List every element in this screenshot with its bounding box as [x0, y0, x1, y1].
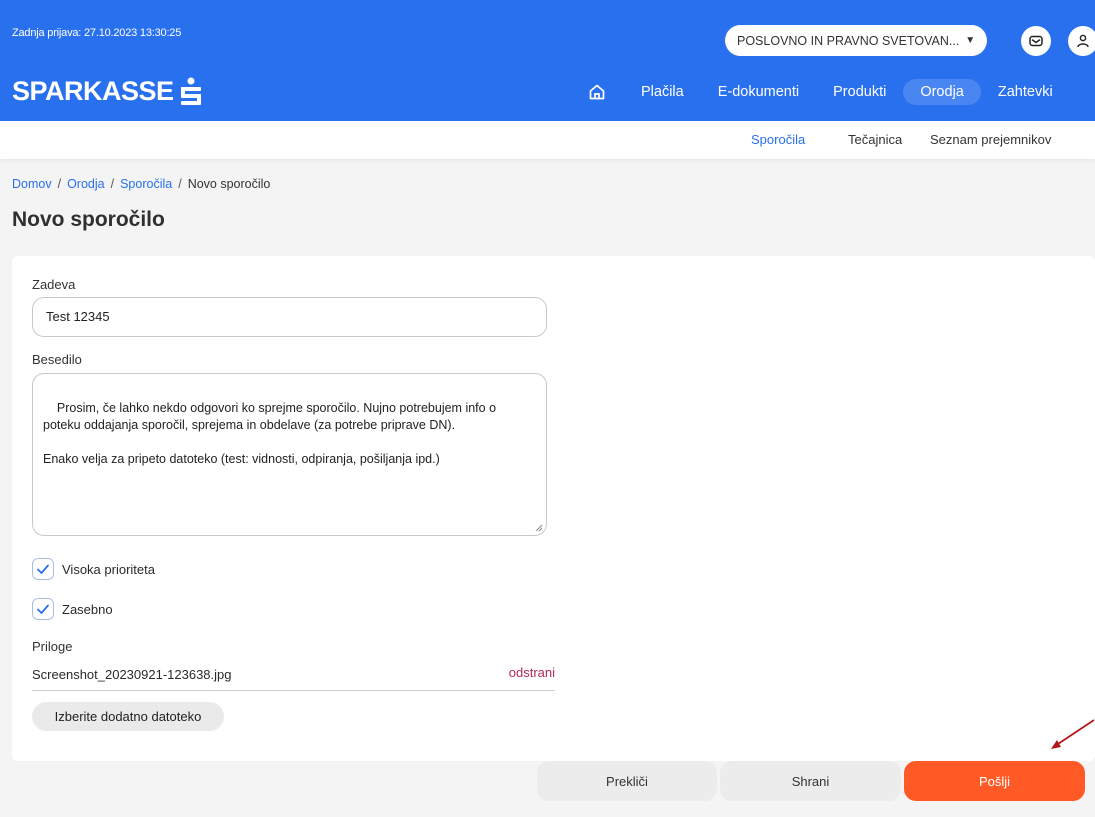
last-login-text: Zadnja prijava: 27.10.2023 13:30:25	[12, 27, 182, 39]
add-file-button[interactable]: Izberite dodatno datoteko	[32, 702, 224, 731]
main-nav: Plačila E-dokumenti Produkti Orodja Zaht…	[580, 78, 1070, 106]
subnav-item-seznam-prejemnikov[interactable]: Seznam prejemnikov	[930, 132, 1051, 147]
message-form-card: Zadeva Test 12345 Besedilo Prosim, če la…	[12, 256, 1095, 801]
account-select[interactable]: POSLOVNO IN PRAVNO SVETOVAN... ▼	[725, 25, 987, 56]
high-priority-checkbox[interactable]: Visoka prioriteta	[32, 558, 155, 580]
account-select-value: POSLOVNO IN PRAVNO SVETOVAN...	[737, 33, 960, 48]
checkbox-box[interactable]	[32, 558, 54, 580]
checkmark-icon	[37, 564, 49, 574]
sparkasse-logo[interactable]: SPARKASSE	[12, 76, 202, 107]
annotation-arrow-icon	[1051, 719, 1095, 749]
user-icon	[1077, 34, 1089, 48]
home-icon	[589, 84, 605, 100]
breadcrumb-sporocila[interactable]: Sporočila	[120, 177, 172, 191]
breadcrumb: Domov / Orodja / Sporočila / Novo sporočilo	[12, 177, 271, 191]
body-text-value: Prosim, če lahko nekdo odgovori ko sprej…	[43, 401, 497, 466]
save-button[interactable]: Shrani	[720, 761, 901, 801]
profile-button[interactable]	[1068, 26, 1095, 56]
checkbox-box[interactable]	[32, 598, 54, 620]
chevron-down-icon: ▼	[965, 35, 976, 46]
nav-item-produkti[interactable]: Produkti	[816, 79, 903, 105]
attachment-row: Screenshot_20230921-123638.jpg odstrani	[32, 662, 555, 691]
breadcrumb-domov[interactable]: Domov	[12, 177, 52, 191]
attachments-label: Priloge	[32, 639, 73, 654]
nav-item-zahtevki[interactable]: Zahtevki	[981, 79, 1070, 105]
attachment-filename: Screenshot_20230921-123638.jpg	[32, 667, 232, 682]
top-header: Zadnja prijava: 27.10.2023 13:30:25 POSL…	[0, 0, 1095, 121]
subject-input[interactable]: Test 12345	[32, 297, 547, 337]
page-title: Novo sporočilo	[12, 208, 165, 231]
send-button[interactable]: Pošlji	[904, 761, 1085, 801]
envelope-icon	[1029, 35, 1043, 47]
body-label: Besedilo	[32, 352, 82, 367]
messages-button[interactable]	[1021, 26, 1051, 56]
sparkasse-s-icon	[180, 77, 201, 105]
private-label: Zasebno	[62, 601, 113, 617]
high-priority-label: Visoka prioriteta	[62, 561, 155, 577]
subject-label: Zadeva	[32, 277, 76, 292]
cancel-button[interactable]: Prekliči	[537, 761, 717, 801]
private-checkbox[interactable]: Zasebno	[32, 598, 113, 620]
remove-attachment-link[interactable]: odstrani	[509, 665, 555, 680]
logo-text: SPARKASSE	[12, 76, 174, 106]
resize-handle-icon[interactable]	[535, 524, 543, 532]
nav-item-placila[interactable]: Plačila	[624, 79, 701, 105]
sub-nav: Sporočila Tečajnica Seznam prejemnikov	[0, 121, 1095, 159]
subnav-item-sporocila[interactable]: Sporočila	[751, 132, 805, 147]
nav-item-orodja[interactable]: Orodja	[903, 79, 981, 105]
checkmark-icon	[37, 604, 49, 614]
breadcrumb-orodja[interactable]: Orodja	[67, 177, 105, 191]
body-textarea[interactable]: Prosim, če lahko nekdo odgovori ko sprej…	[32, 373, 547, 536]
nav-item-e-dokumenti[interactable]: E-dokumenti	[701, 79, 816, 105]
breadcrumb-current: Novo sporočilo	[187, 177, 271, 191]
home-button[interactable]	[580, 78, 614, 106]
subnav-item-tecajnica[interactable]: Tečajnica	[848, 132, 902, 147]
